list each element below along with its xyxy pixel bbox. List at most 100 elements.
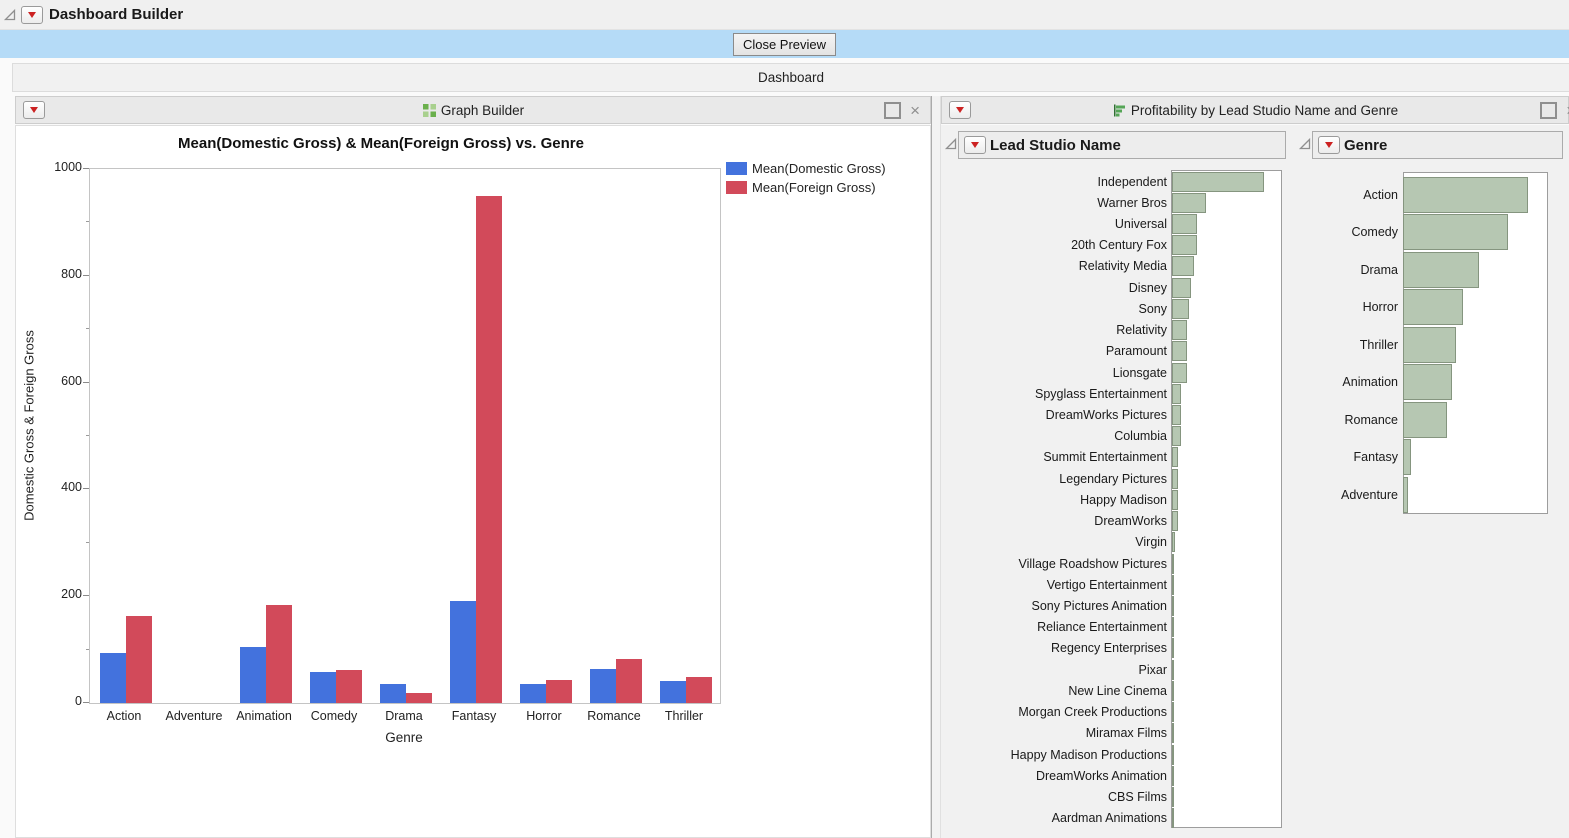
chart-bar-animation-domestic[interactable] xyxy=(240,647,266,703)
studio-row[interactable]: New Line Cinema xyxy=(941,680,1569,701)
disclosure-triangle-icon[interactable] xyxy=(3,8,17,22)
genre-row[interactable]: Adventure xyxy=(1312,476,1569,514)
genre-bar[interactable] xyxy=(1403,439,1411,475)
studio-bar[interactable] xyxy=(1172,511,1178,531)
studio-label[interactable]: Miramax Films xyxy=(941,726,1167,740)
studio-row[interactable]: DreamWorks Animation xyxy=(941,765,1569,786)
studio-bar[interactable] xyxy=(1172,469,1178,489)
studio-label[interactable]: Warner Bros xyxy=(941,196,1167,210)
chart-bar-thriller-foreign[interactable] xyxy=(686,677,712,703)
studio-label[interactable]: Columbia xyxy=(941,429,1167,443)
studio-label[interactable]: CBS Films xyxy=(941,790,1167,804)
studio-row[interactable]: CBS Films xyxy=(941,786,1569,807)
studio-row[interactable]: Regency Enterprises xyxy=(941,638,1569,659)
studio-row[interactable]: Virgin xyxy=(941,532,1569,553)
genre-bar[interactable] xyxy=(1403,477,1408,513)
studio-label[interactable]: Regency Enterprises xyxy=(941,641,1167,655)
studio-label[interactable]: DreamWorks Pictures xyxy=(941,408,1167,422)
studio-label[interactable]: Morgan Creek Productions xyxy=(941,705,1167,719)
studio-bar[interactable] xyxy=(1172,384,1181,404)
studio-bar[interactable] xyxy=(1172,787,1174,807)
genre-row[interactable]: Fantasy xyxy=(1312,439,1569,477)
legend-swatch-domestic[interactable] xyxy=(726,162,747,175)
genre-label[interactable]: Comedy xyxy=(1312,225,1398,239)
studio-bar[interactable] xyxy=(1172,193,1206,213)
studio-label[interactable]: Summit Entertainment xyxy=(941,450,1167,464)
studio-bar[interactable] xyxy=(1172,532,1175,552)
studio-bar[interactable] xyxy=(1172,490,1178,510)
chart-bar-drama-domestic[interactable] xyxy=(380,684,406,703)
studio-bar[interactable] xyxy=(1172,278,1191,298)
genre-row[interactable]: Comedy xyxy=(1312,214,1569,252)
genre-bar[interactable] xyxy=(1403,289,1463,325)
close-preview-button[interactable]: Close Preview xyxy=(733,33,836,56)
studio-label[interactable]: Paramount xyxy=(941,344,1167,358)
chart-bar-romance-domestic[interactable] xyxy=(590,669,616,703)
studio-label[interactable]: Village Roadshow Pictures xyxy=(941,557,1167,571)
studio-label[interactable]: Disney xyxy=(941,281,1167,295)
studio-row[interactable]: Village Roadshow Pictures xyxy=(941,553,1569,574)
studio-label[interactable]: Happy Madison Productions xyxy=(941,748,1167,762)
studio-bar[interactable] xyxy=(1172,575,1174,595)
chart-bar-horror-domestic[interactable] xyxy=(520,684,546,703)
studio-row[interactable]: Sony Pictures Animation xyxy=(941,595,1569,616)
genre-label[interactable]: Thriller xyxy=(1312,338,1398,352)
studio-label[interactable]: Aardman Animations xyxy=(941,811,1167,825)
red-menu-button[interactable] xyxy=(1318,136,1340,154)
studio-bar[interactable] xyxy=(1172,617,1174,637)
studio-label[interactable]: 20th Century Fox xyxy=(941,238,1167,252)
genre-bar[interactable] xyxy=(1403,214,1508,250)
studio-label[interactable]: Lionsgate xyxy=(941,366,1167,380)
studio-label[interactable]: Vertigo Entertainment xyxy=(941,578,1167,592)
studio-bar[interactable] xyxy=(1172,426,1181,446)
genre-bar[interactable] xyxy=(1403,364,1452,400)
studio-bar[interactable] xyxy=(1172,235,1197,255)
studio-label[interactable]: Relativity xyxy=(941,323,1167,337)
studio-bar[interactable] xyxy=(1172,596,1174,616)
genre-row[interactable]: Romance xyxy=(1312,401,1569,439)
studio-bar[interactable] xyxy=(1172,745,1174,765)
studio-bar[interactable] xyxy=(1172,681,1174,701)
studio-label[interactable]: Happy Madison xyxy=(941,493,1167,507)
chart-bar-thriller-domestic[interactable] xyxy=(660,681,686,703)
studio-label[interactable]: DreamWorks xyxy=(941,514,1167,528)
genre-label[interactable]: Fantasy xyxy=(1312,450,1398,464)
studio-row[interactable]: Vertigo Entertainment xyxy=(941,574,1569,595)
genre-row[interactable]: Drama xyxy=(1312,251,1569,289)
chart-bar-comedy-domestic[interactable] xyxy=(310,672,336,703)
studio-label[interactable]: New Line Cinema xyxy=(941,684,1167,698)
genre-filter-header[interactable]: Genre xyxy=(1312,131,1563,159)
studio-bar[interactable] xyxy=(1172,320,1187,340)
legend-swatch-foreign[interactable] xyxy=(726,181,747,194)
genre-label[interactable]: Action xyxy=(1312,188,1398,202)
studio-bar[interactable] xyxy=(1172,554,1174,574)
genre-row[interactable]: Horror xyxy=(1312,289,1569,327)
studio-row[interactable]: Aardman Animations xyxy=(941,808,1569,829)
genre-row[interactable]: Thriller xyxy=(1312,326,1569,364)
maximize-icon[interactable] xyxy=(884,102,901,119)
studio-bar[interactable] xyxy=(1172,172,1264,192)
chart-bar-animation-foreign[interactable] xyxy=(266,605,292,703)
studio-filter-header[interactable]: Lead Studio Name xyxy=(958,131,1286,159)
chart-bar-drama-foreign[interactable] xyxy=(406,693,432,703)
close-icon[interactable]: × xyxy=(910,104,920,117)
red-menu-button[interactable] xyxy=(964,136,986,154)
studio-row[interactable]: Pixar xyxy=(941,659,1569,680)
studio-label[interactable]: Virgin xyxy=(941,535,1167,549)
chart-bar-fantasy-domestic[interactable] xyxy=(450,601,476,703)
red-menu-button[interactable] xyxy=(23,101,45,119)
disclosure-triangle-icon[interactable] xyxy=(944,137,958,151)
studio-bar[interactable] xyxy=(1172,447,1178,467)
studio-row[interactable]: Happy Madison Productions xyxy=(941,744,1569,765)
studio-label[interactable]: Pixar xyxy=(941,663,1167,677)
red-menu-button[interactable] xyxy=(949,101,971,119)
studio-bar[interactable] xyxy=(1172,299,1189,319)
genre-bar[interactable] xyxy=(1403,177,1528,213)
studio-bar[interactable] xyxy=(1172,660,1174,680)
studio-label[interactable]: Universal xyxy=(941,217,1167,231)
chart-bar-action-foreign[interactable] xyxy=(126,616,152,703)
studio-bar[interactable] xyxy=(1172,214,1197,234)
chart-bar-comedy-foreign[interactable] xyxy=(336,670,362,703)
chart-bar-horror-foreign[interactable] xyxy=(546,680,572,703)
genre-bar[interactable] xyxy=(1403,252,1479,288)
